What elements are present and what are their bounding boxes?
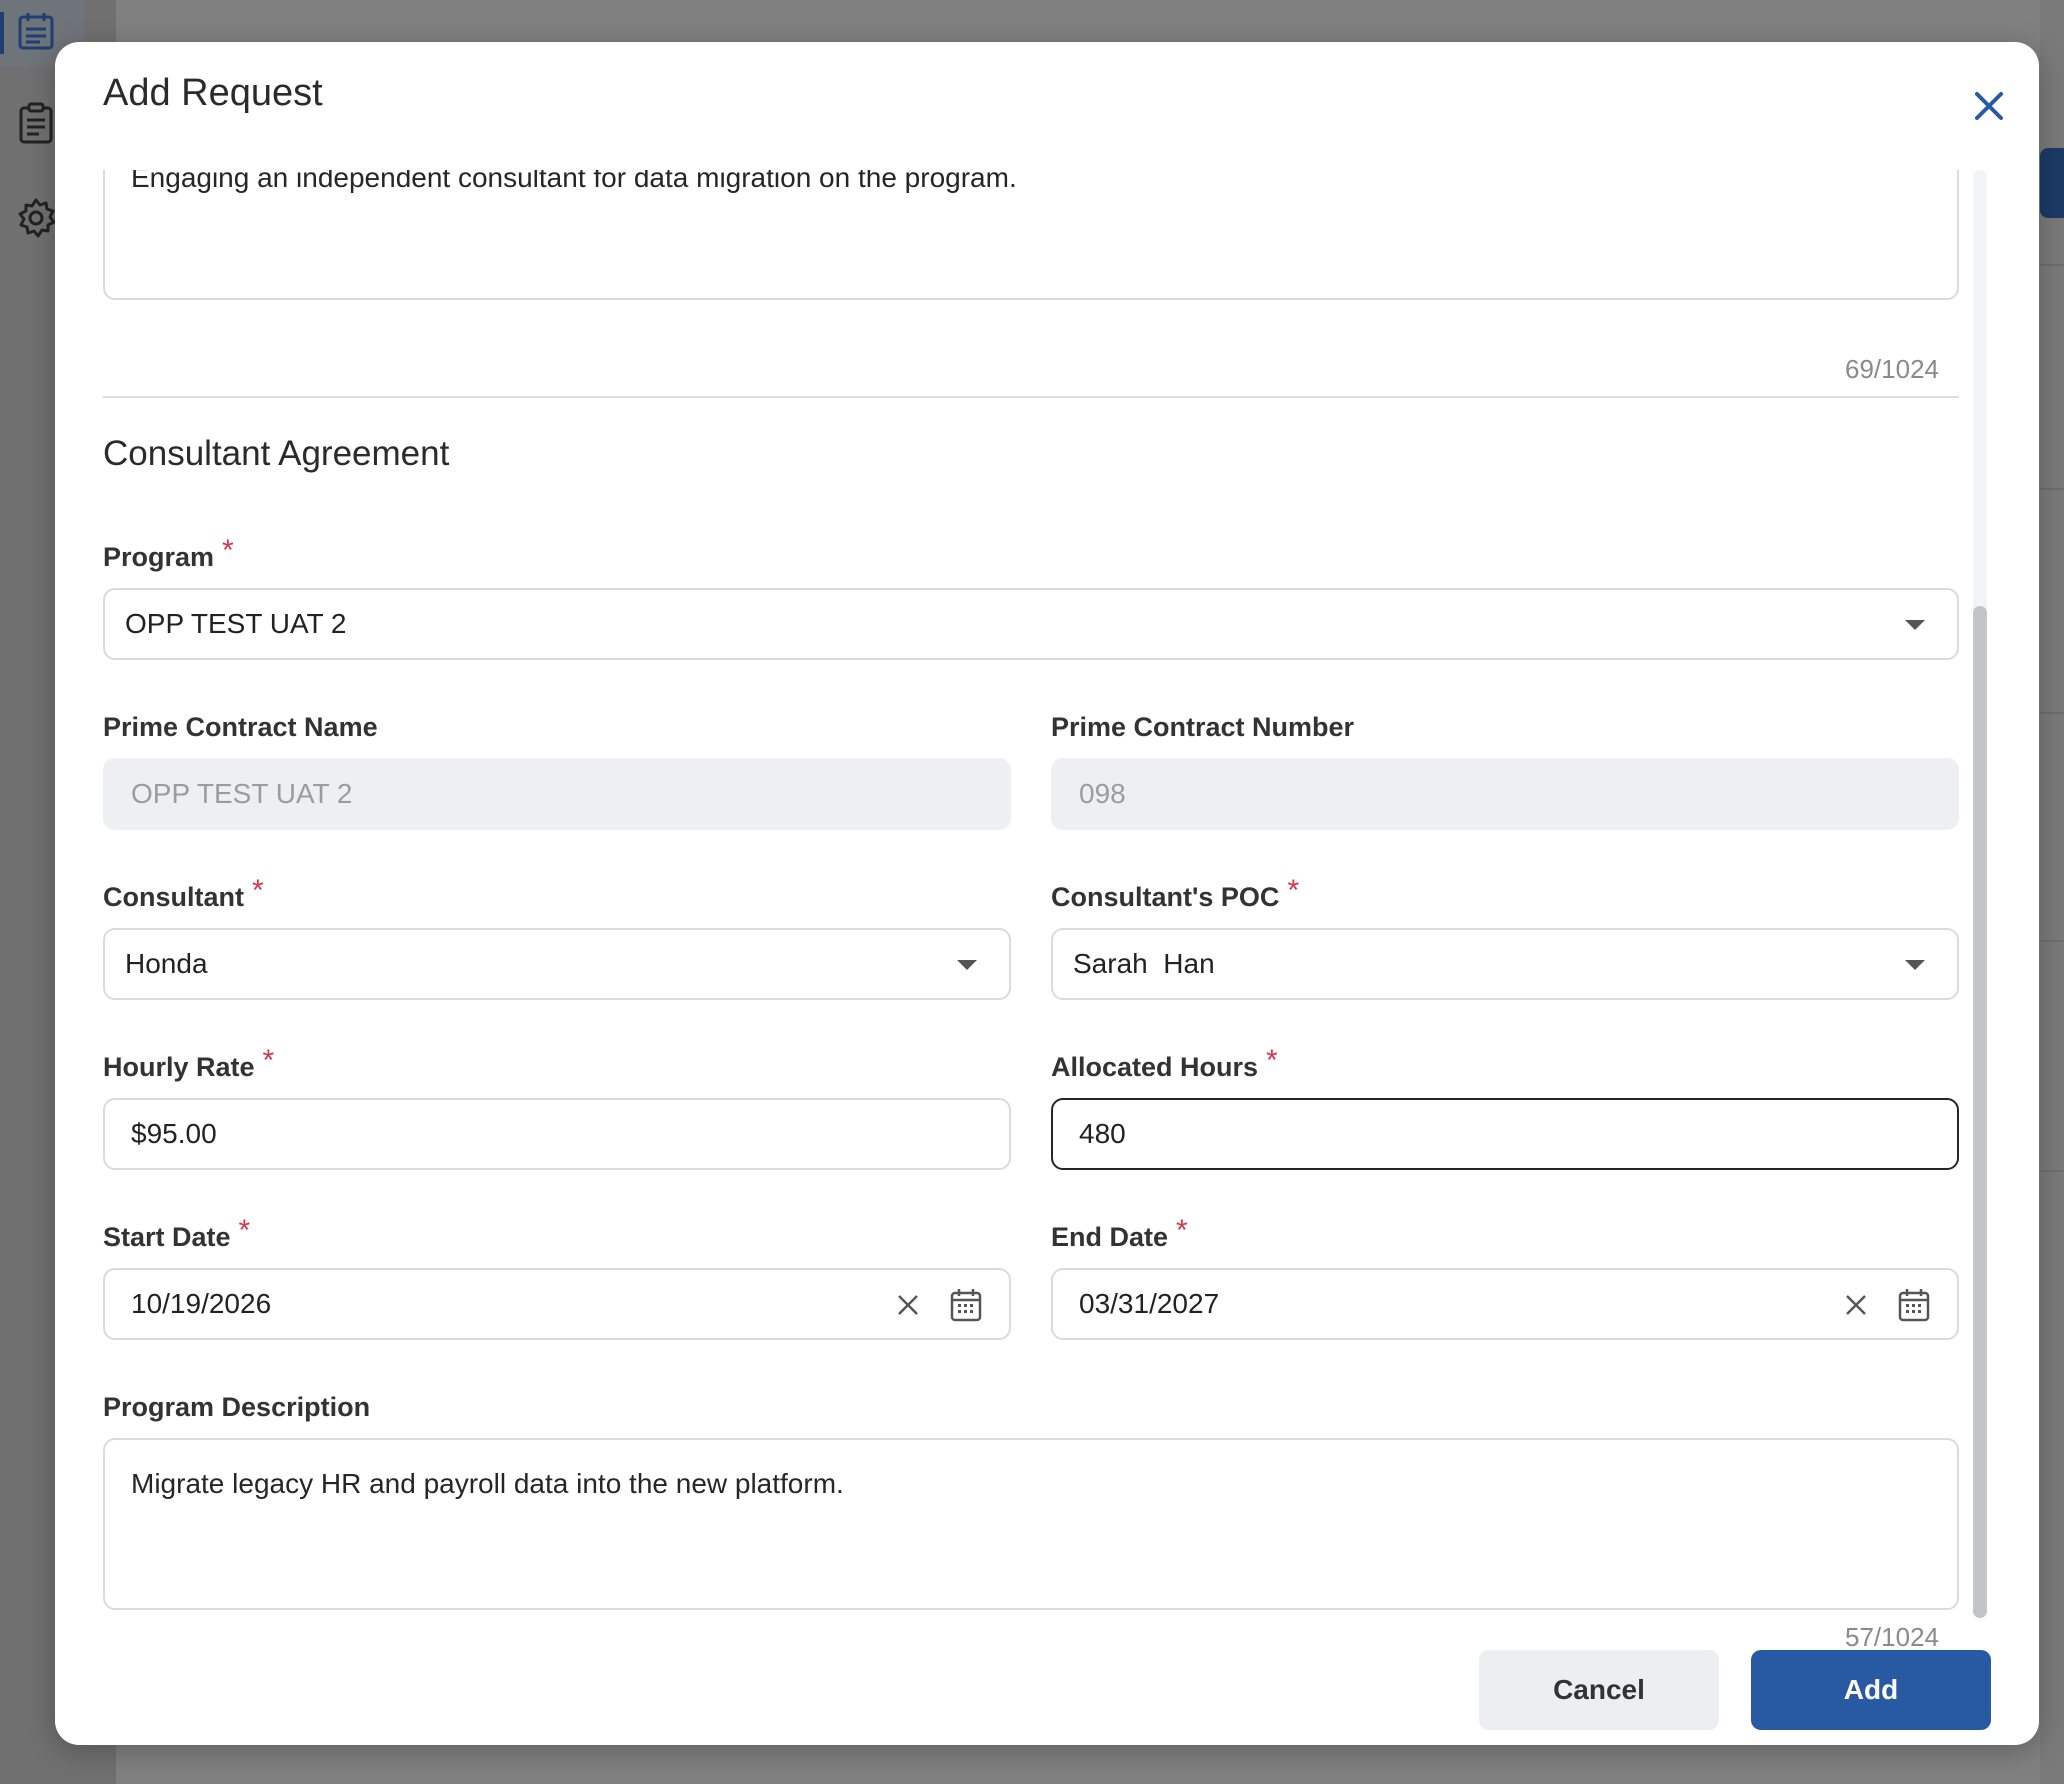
close-icon[interactable] xyxy=(1959,76,2019,136)
required-asterisk: * xyxy=(1266,1044,1278,1077)
request-justification-textarea[interactable]: Engaging an independent consultant for d… xyxy=(103,170,1959,300)
calendar-icon[interactable] xyxy=(1897,1287,1931,1323)
section-divider xyxy=(103,396,1959,398)
request-justification-text: Engaging an independent consultant for d… xyxy=(131,170,1017,193)
calendar-icon[interactable] xyxy=(949,1287,983,1323)
program-description-textarea[interactable]: Migrate legacy HR and payroll data into … xyxy=(103,1438,1959,1610)
calendar-icon[interactable] xyxy=(14,10,58,54)
consultant-value: Honda xyxy=(125,948,208,979)
consultant-label: Consultant * xyxy=(103,874,264,912)
add-button[interactable]: Add xyxy=(1751,1650,1991,1730)
required-asterisk: * xyxy=(1176,1214,1188,1247)
background-content-edge xyxy=(2040,0,2064,1784)
dialog-title: Add Request xyxy=(103,72,323,114)
hourly-rate-value: $95.00 xyxy=(131,1118,217,1149)
add-request-dialog: Add Request Engaging an independent cons… xyxy=(55,42,2039,1745)
consultant-poc-value: Sarah Han xyxy=(1073,948,1215,979)
background-primary-button xyxy=(2040,148,2064,218)
required-asterisk: * xyxy=(238,1214,251,1247)
required-asterisk: * xyxy=(222,534,234,567)
consultant-select[interactable]: Honda xyxy=(103,928,1011,1000)
dialog-scroll-area[interactable]: Engaging an independent consultant for d… xyxy=(55,170,2039,1654)
background-row-divider xyxy=(2040,488,2064,490)
prime-contract-name-value: OPP TEST UAT 2 xyxy=(131,778,353,809)
allocated-hours-label: Allocated Hours * xyxy=(1051,1044,1278,1082)
allocated-hours-value: 480 xyxy=(1079,1118,1126,1149)
hourly-rate-label: Hourly Rate * xyxy=(103,1044,275,1082)
clear-icon[interactable] xyxy=(895,1292,921,1318)
section-title: Consultant Agreement xyxy=(103,434,450,473)
start-date-label: Start Date * xyxy=(103,1214,251,1252)
program-description-text: Migrate legacy HR and payroll data into … xyxy=(131,1468,844,1499)
clear-icon[interactable] xyxy=(1843,1292,1869,1318)
program-select[interactable]: OPP TEST UAT 2 xyxy=(103,588,1959,660)
clipboard-icon[interactable] xyxy=(14,102,58,146)
consultant-poc-label: Consultant's POC * xyxy=(1051,874,1300,912)
prime-contract-name-label: Prime Contract Name xyxy=(103,712,378,742)
prime-contract-number-value: 098 xyxy=(1079,778,1126,809)
program-label: Program * xyxy=(103,534,234,572)
consultant-poc-select[interactable]: Sarah Han xyxy=(1051,928,1959,1000)
character-counter: 69/1024 xyxy=(1845,354,1939,384)
end-date-label: End Date * xyxy=(1051,1214,1188,1252)
background-row-divider xyxy=(2040,1170,2064,1172)
chevron-down-icon xyxy=(1905,620,1925,630)
hourly-rate-input[interactable]: $95.00 xyxy=(103,1098,1011,1170)
cancel-button[interactable]: Cancel xyxy=(1479,1650,1719,1730)
end-date-value: 03/31/2027 xyxy=(1079,1288,1220,1319)
program-description-label: Program Description xyxy=(103,1392,371,1422)
prime-contract-name-field: OPP TEST UAT 2 xyxy=(103,758,1011,830)
prime-contract-number-label: Prime Contract Number xyxy=(1051,712,1355,742)
character-counter: 57/1024 xyxy=(1845,1622,1939,1652)
sidebar-active-indicator xyxy=(0,12,4,54)
required-asterisk: * xyxy=(252,874,264,907)
program-value: OPP TEST UAT 2 xyxy=(125,608,347,639)
start-date-value: 10/19/2026 xyxy=(131,1288,272,1319)
chevron-down-icon xyxy=(1905,960,1925,970)
scrollbar-thumb[interactable] xyxy=(1973,606,1987,1618)
required-asterisk: * xyxy=(262,1044,275,1077)
background-row-divider xyxy=(2040,712,2064,714)
allocated-hours-input[interactable]: 480 xyxy=(1051,1098,1959,1170)
required-asterisk: * xyxy=(1287,874,1300,907)
prime-contract-number-field: 098 xyxy=(1051,758,1959,830)
gear-icon[interactable] xyxy=(14,196,58,240)
background-row-divider xyxy=(2040,264,2064,266)
background-row-divider xyxy=(2040,940,2064,942)
chevron-down-icon xyxy=(957,960,977,970)
end-date-input[interactable]: 03/31/2027 xyxy=(1051,1268,1959,1340)
start-date-input[interactable]: 10/19/2026 xyxy=(103,1268,1011,1340)
